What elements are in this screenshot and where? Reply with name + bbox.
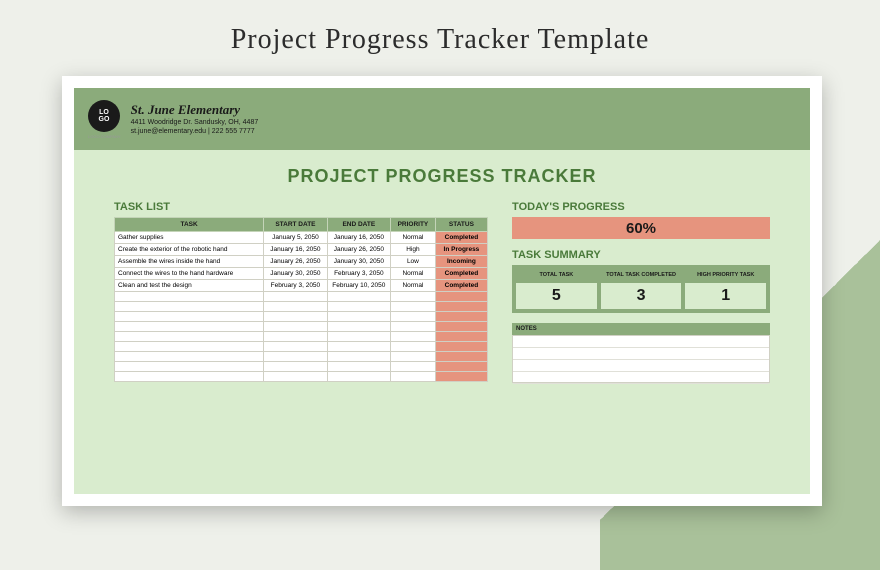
cell-end: February 10, 2050 bbox=[327, 280, 390, 292]
table-row: Connect the wires to the hand hardware J… bbox=[115, 268, 488, 280]
table-row-empty bbox=[115, 322, 488, 332]
page-title: Project Progress Tracker Template bbox=[0, 0, 880, 56]
table-row-empty bbox=[115, 292, 488, 302]
table-row: Clean and test the design February 3, 20… bbox=[115, 280, 488, 292]
table-row-empty bbox=[115, 352, 488, 362]
cell-start: February 3, 2050 bbox=[264, 280, 327, 292]
cell-task: Create the exterior of the robotic hand bbox=[115, 244, 264, 256]
summary-label: TASK SUMMARY bbox=[512, 249, 770, 261]
logo-line1: LO bbox=[99, 109, 109, 116]
content-area: TASK LIST TASK START DATE END DATE PRIOR… bbox=[74, 187, 810, 395]
table-row: Gather supplies January 5, 2050 January … bbox=[115, 232, 488, 244]
summary-header-high: HIGH PRIORITY TASK bbox=[685, 269, 766, 281]
progress-bar: 60% bbox=[512, 217, 770, 239]
cell-end: January 30, 2050 bbox=[327, 256, 390, 268]
org-name: St. June Elementary bbox=[131, 102, 259, 118]
cell-start: January 16, 2050 bbox=[264, 244, 327, 256]
org-address: 4411 Woodridge Dr. Sandusky, OH, 4487 bbox=[131, 118, 259, 127]
cell-task: Gather supplies bbox=[115, 232, 264, 244]
table-row: Create the exterior of the robotic hand … bbox=[115, 244, 488, 256]
cell-task: Connect the wires to the hand hardware bbox=[115, 268, 264, 280]
summary-value-high: 1 bbox=[685, 283, 766, 309]
cell-status: In Progress bbox=[435, 244, 487, 256]
table-row-empty bbox=[115, 312, 488, 322]
org-info: St. June Elementary 4411 Woodridge Dr. S… bbox=[131, 102, 259, 136]
cell-end: January 26, 2050 bbox=[327, 244, 390, 256]
notes-line bbox=[513, 360, 769, 372]
cell-status: Completed bbox=[435, 280, 487, 292]
col-task: TASK bbox=[115, 218, 264, 232]
cell-start: January 30, 2050 bbox=[264, 268, 327, 280]
cell-end: February 3, 2050 bbox=[327, 268, 390, 280]
cell-start: January 5, 2050 bbox=[264, 232, 327, 244]
left-column: TASK LIST TASK START DATE END DATE PRIOR… bbox=[114, 201, 488, 383]
col-status: STATUS bbox=[435, 218, 487, 232]
cell-status: Completed bbox=[435, 232, 487, 244]
cell-status: Completed bbox=[435, 268, 487, 280]
org-contact: st.june@elementary.edu | 222 555 7777 bbox=[131, 127, 259, 136]
cell-task: Clean and test the design bbox=[115, 280, 264, 292]
notes-line bbox=[513, 348, 769, 360]
notes-line bbox=[513, 372, 769, 384]
col-priority: PRIORITY bbox=[391, 218, 436, 232]
cell-start: January 26, 2050 bbox=[264, 256, 327, 268]
right-column: TODAY'S PROGRESS 60% TASK SUMMARY TOTAL … bbox=[512, 201, 770, 383]
cell-status: Incoming bbox=[435, 256, 487, 268]
summary-header-completed: TOTAL TASK COMPLETED bbox=[601, 269, 682, 281]
summary-header-total: TOTAL TASK bbox=[516, 269, 597, 281]
cell-priority: Normal bbox=[391, 268, 436, 280]
table-header-row: TASK START DATE END DATE PRIORITY STATUS bbox=[115, 218, 488, 232]
logo-line2: GO bbox=[99, 116, 110, 123]
cell-priority: Normal bbox=[391, 280, 436, 292]
summary-value-total: 5 bbox=[516, 283, 597, 309]
col-end: END DATE bbox=[327, 218, 390, 232]
table-row-empty bbox=[115, 302, 488, 312]
table-row-empty bbox=[115, 332, 488, 342]
progress-label: TODAY'S PROGRESS bbox=[512, 201, 770, 213]
table-row-empty bbox=[115, 362, 488, 372]
cell-priority: Normal bbox=[391, 232, 436, 244]
template-sheet: LO GO LOGO COMPANY St. June Elementary 4… bbox=[62, 76, 822, 506]
notes-line bbox=[513, 336, 769, 348]
task-list-label: TASK LIST bbox=[114, 201, 488, 213]
cell-priority: High bbox=[391, 244, 436, 256]
col-start: START DATE bbox=[264, 218, 327, 232]
summary-values: 5 3 1 bbox=[516, 283, 766, 309]
summary-box: TOTAL TASK TOTAL TASK COMPLETED HIGH PRI… bbox=[512, 265, 770, 313]
table-row-empty bbox=[115, 372, 488, 382]
template-inner: LO GO LOGO COMPANY St. June Elementary 4… bbox=[74, 88, 810, 494]
logo-icon: LO GO bbox=[88, 100, 120, 132]
notes-header: NOTES bbox=[512, 323, 770, 335]
header-bar: LO GO LOGO COMPANY St. June Elementary 4… bbox=[74, 88, 810, 150]
logo-wrap: LO GO LOGO COMPANY bbox=[88, 100, 121, 139]
notes-body bbox=[512, 335, 770, 383]
tracker-title: PROJECT PROGRESS TRACKER bbox=[74, 166, 810, 187]
table-row-empty bbox=[115, 342, 488, 352]
notes-box: NOTES bbox=[512, 323, 770, 383]
table-row: Assemble the wires inside the hand Janua… bbox=[115, 256, 488, 268]
progress-percent: 60% bbox=[626, 220, 656, 237]
summary-headers: TOTAL TASK TOTAL TASK COMPLETED HIGH PRI… bbox=[516, 269, 766, 281]
cell-priority: Low bbox=[391, 256, 436, 268]
task-table: TASK START DATE END DATE PRIORITY STATUS… bbox=[114, 217, 488, 382]
logo-sub: LOGO COMPANY bbox=[88, 134, 121, 139]
summary-value-completed: 3 bbox=[601, 283, 682, 309]
cell-task: Assemble the wires inside the hand bbox=[115, 256, 264, 268]
cell-end: January 16, 2050 bbox=[327, 232, 390, 244]
